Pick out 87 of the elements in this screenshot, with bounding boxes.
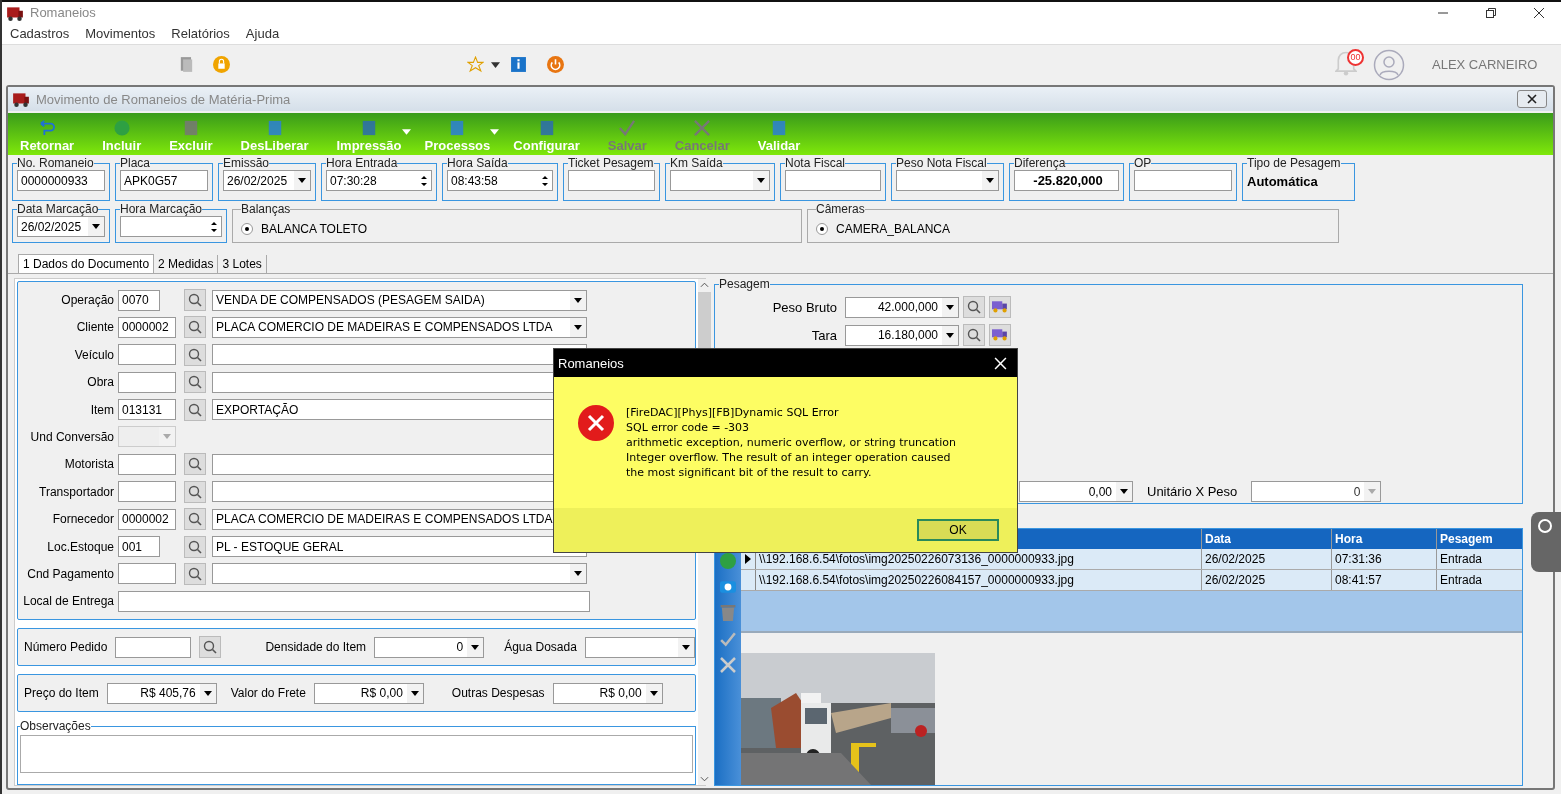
input-field[interactable]: VENDA DE COMPENSADOS (PESAGEM SAIDA): [212, 289, 587, 311]
table-cell-text: Entrada: [1439, 572, 1484, 589]
field-label: Placa: [120, 157, 151, 170]
field-label: Km Saída: [670, 157, 723, 170]
tab[interactable]: 3 Lotes: [218, 255, 267, 273]
field-label: OP: [1134, 157, 1152, 170]
tab[interactable]: 2 Medidas: [154, 255, 219, 273]
input-field[interactable]: 013131: [118, 399, 176, 421]
table-cell: 26/02/2025: [1202, 570, 1332, 590]
field-label: Hora Entrada: [326, 157, 398, 170]
field-label: Obra: [86, 375, 114, 390]
field-label: Diferença: [1014, 157, 1066, 170]
input-field[interactable]: -25.820,000: [1014, 170, 1119, 191]
ok-button[interactable]: OK: [917, 519, 999, 541]
table-cell-text: Entrada: [1439, 551, 1484, 568]
field-label: Operação: [60, 293, 114, 307]
field-label: Peso Nota Fiscal: [896, 157, 987, 170]
input-field[interactable]: R$ 0,00: [313, 682, 424, 704]
field-label: Nota Fiscal: [785, 157, 846, 170]
dialog-title: Romaneios: [558, 355, 624, 371]
group-label: Câmeras: [816, 203, 865, 216]
field-label: Preço do Item: [24, 686, 99, 701]
input-field[interactable]: 0000000933: [17, 170, 105, 191]
input-field[interactable]: 26/02/2025: [223, 170, 311, 191]
input-field[interactable]: 42.000,000: [845, 296, 959, 318]
field-label: Data Marcação: [17, 203, 99, 216]
field-label: Item: [89, 402, 114, 417]
column-header[interactable]: Pesagem: [1437, 529, 1522, 549]
input-field[interactable]: 0070: [118, 289, 160, 311]
table-cell: 07:31:36: [1332, 549, 1437, 569]
tab[interactable]: 1 Dados do Documento: [18, 254, 155, 273]
field-label: Água Dosada: [504, 640, 577, 655]
input-field[interactable]: PL - ESTOQUE GERAL: [212, 536, 587, 558]
field-label: Veículo: [73, 347, 114, 362]
field-label: Número Pedido: [24, 640, 108, 655]
input-field[interactable]: 0: [1251, 481, 1382, 502]
input-field[interactable]: 0000002: [118, 316, 176, 338]
input-field[interactable]: 0,00: [1019, 481, 1133, 502]
field-label: Tipo de Pesagem: [1247, 157, 1341, 170]
user-name: ALEX CARNEIRO: [1432, 56, 1538, 72]
field-label: Densidade do Item: [265, 640, 367, 655]
radio-option[interactable]: CAMERA_BALANCA: [816, 222, 1330, 236]
input-field[interactable]: APK0G57: [120, 170, 208, 191]
field-label: Cliente: [75, 320, 114, 335]
menu-item[interactable]: Relatórios: [171, 26, 230, 42]
table-cell: 08:41:57: [1332, 570, 1437, 590]
group-label: Pesagem: [719, 278, 770, 291]
menu-item[interactable]: Cadastros: [10, 26, 70, 42]
input-field[interactable]: R$ 0,00: [552, 682, 663, 704]
field-label: Motorista: [63, 457, 114, 472]
field-label: Loc.Estoque: [46, 539, 114, 554]
notification-badge: 00: [1347, 48, 1364, 66]
table-cell: \\192.168.6.54\fotos\img20250226084157_0000000933.jpg: [756, 570, 1202, 590]
input-field[interactable]: 001: [118, 536, 160, 558]
input-field[interactable]: 08:43:58: [447, 170, 553, 191]
app-title: Romaneios: [30, 5, 96, 21]
menu-item[interactable]: Movimentos: [85, 26, 156, 42]
field-label: Ticket Pesagem: [568, 157, 654, 170]
field-label: Fornecedor: [51, 512, 114, 527]
field-label: Outras Despesas: [451, 686, 545, 701]
input-field[interactable]: 0000002: [118, 508, 176, 530]
field-label: Observações: [20, 720, 91, 734]
error-message: [FireDAC][Phys][FB]Dynamic SQL Error SQL error code = -303 arithmetic exception, numeric overflow, or string truncation Integer overflow. The result of an integer operation caused the most significant bit of the result to carry.: [626, 405, 956, 481]
field-label: Und Conversão: [29, 429, 114, 444]
group-label: Balanças: [241, 203, 291, 216]
field-label: Emissão: [223, 157, 269, 170]
input-field[interactable]: 16.180,000: [845, 324, 959, 346]
field-label: Hora Marcação: [120, 203, 203, 216]
field-label: Transportador: [38, 484, 114, 499]
input-field[interactable]: PLACA COMERCIO DE MADEIRAS E COMPENSADOS LTDA: [212, 316, 587, 338]
radio-option[interactable]: BALANCA TOLETO: [241, 222, 793, 236]
field-label: Local de Entrega: [22, 594, 114, 609]
field-label: Peso Bruto: [771, 299, 837, 315]
window-title: Movimento de Romaneios de Matéria-Prima: [36, 91, 291, 107]
input-field[interactable]: 07:30:28: [326, 170, 432, 191]
field-label: Unitário X Peso: [1147, 484, 1238, 499]
field-label: Valor do Frete: [230, 686, 306, 701]
input-field[interactable]: 0: [374, 636, 485, 658]
field-label: Cnd Pagamento: [26, 566, 114, 581]
field-label: Hora Saída: [447, 157, 508, 170]
input-field[interactable]: 26/02/2025: [17, 216, 105, 237]
field-label: Tara: [810, 327, 837, 343]
input-field[interactable]: R$ 405,76: [106, 682, 217, 704]
field-value: Automática: [1247, 173, 1319, 189]
field-label: No. Romaneio: [17, 157, 94, 170]
menu-item[interactable]: Ajuda: [245, 26, 280, 42]
table-cell: 26/02/2025: [1202, 549, 1332, 569]
